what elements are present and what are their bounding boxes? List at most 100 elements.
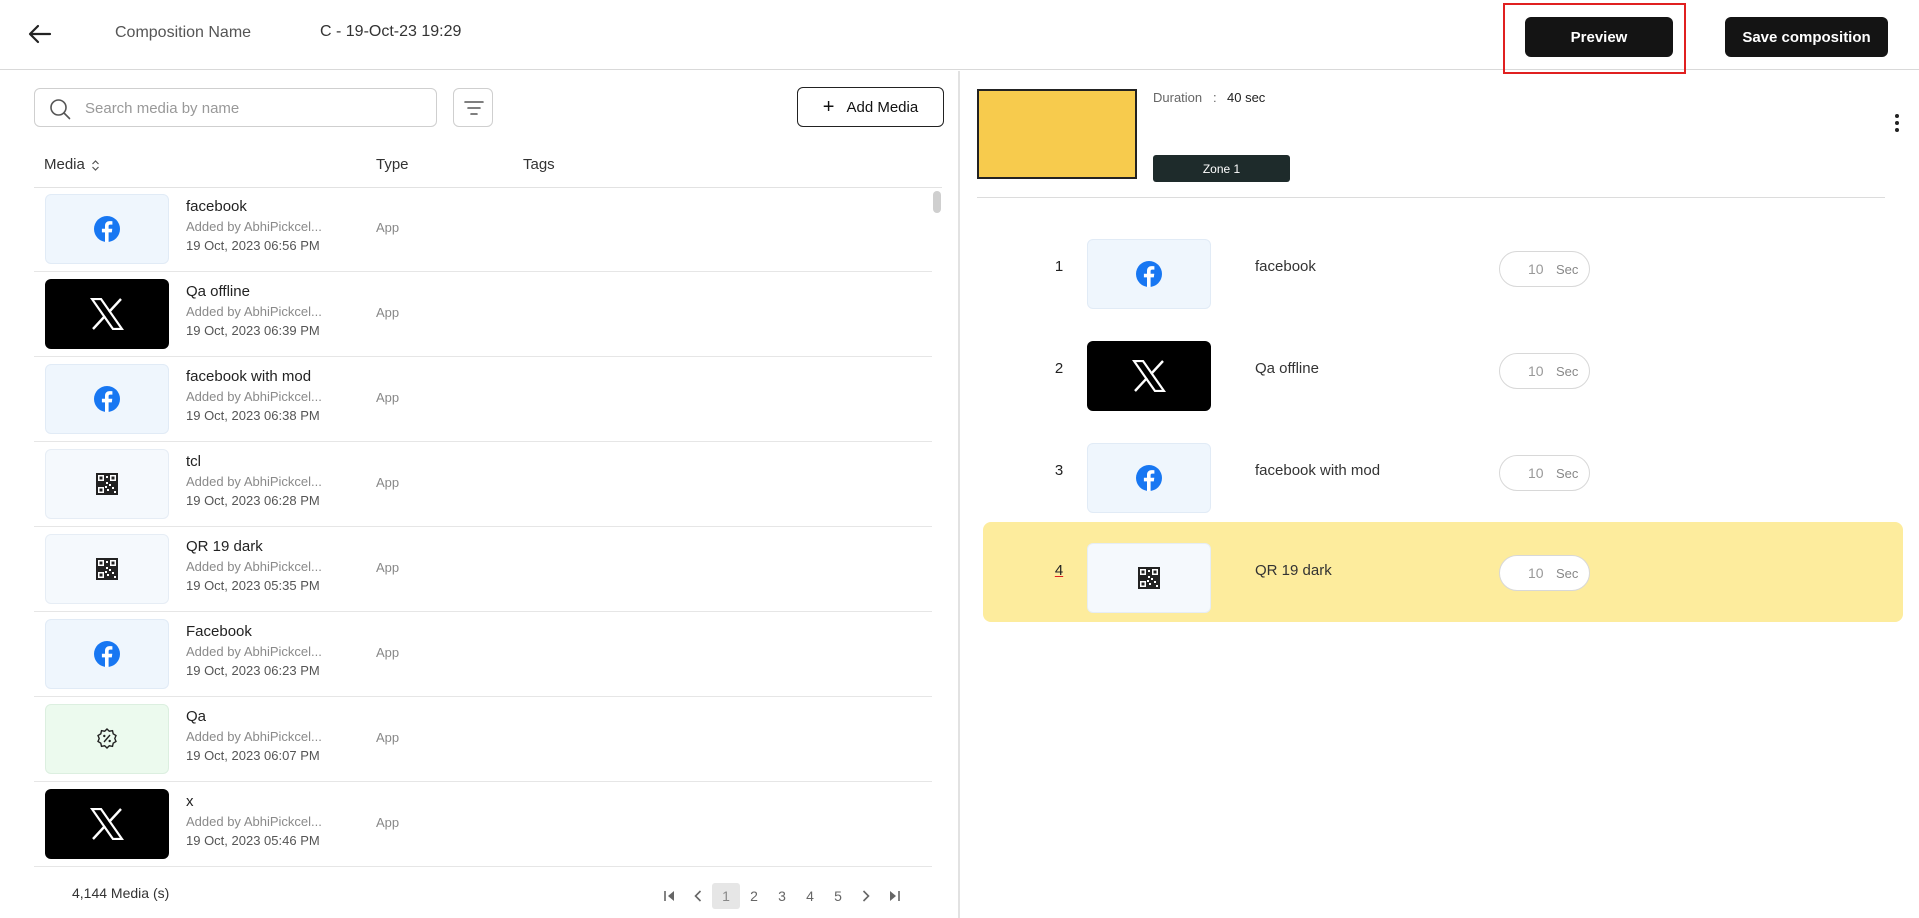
add-media-button[interactable]: + Add Media bbox=[797, 87, 944, 127]
scroll-thumb[interactable] bbox=[933, 191, 941, 213]
search-box[interactable] bbox=[34, 88, 437, 127]
media-date: 19 Oct, 2023 06:23 PM bbox=[186, 663, 320, 678]
media-row[interactable]: Facebook Added by AbhiPickcel... 19 Oct,… bbox=[34, 612, 932, 697]
media-type: App bbox=[376, 730, 400, 745]
zone-preview[interactable] bbox=[977, 89, 1137, 179]
duration-unit: Sec bbox=[1556, 566, 1579, 581]
playlist-item[interactable]: 3 facebook with mod 10 Sec bbox=[983, 422, 1903, 522]
media-name: facebook bbox=[186, 198, 247, 215]
duration-input[interactable]: 10 Sec bbox=[1499, 353, 1590, 389]
media-type: App bbox=[376, 390, 400, 405]
tags-column-header: Tags bbox=[523, 156, 555, 173]
duration-input[interactable]: 10 Sec bbox=[1499, 455, 1590, 491]
duration-input-value[interactable]: 10 bbox=[1528, 565, 1544, 581]
page-number[interactable]: 5 bbox=[824, 883, 852, 909]
x-logo-icon bbox=[1132, 360, 1166, 392]
media-column-header[interactable]: Media bbox=[44, 156, 100, 173]
page-number[interactable]: 4 bbox=[796, 883, 824, 909]
zone-divider bbox=[977, 197, 1885, 198]
media-row[interactable]: x Added by AbhiPickcel... 19 Oct, 2023 0… bbox=[34, 782, 932, 867]
media-row[interactable]: facebook Added by AbhiPickcel... 19 Oct,… bbox=[34, 187, 932, 272]
duration-input-value[interactable]: 10 bbox=[1528, 465, 1544, 481]
x-logo-icon bbox=[90, 808, 124, 840]
playlist-item[interactable]: 2 Qa offline 10 Sec bbox=[983, 320, 1903, 420]
media-added-by: Added by AbhiPickcel... bbox=[186, 559, 322, 574]
zone-1-button[interactable]: Zone 1 bbox=[1153, 155, 1290, 182]
media-type: App bbox=[376, 815, 400, 830]
playlist-thumbnail bbox=[1087, 341, 1211, 411]
playlist-name: facebook with mod bbox=[1255, 462, 1381, 479]
media-thumbnail bbox=[45, 279, 169, 349]
search-icon bbox=[50, 99, 71, 120]
facebook-icon bbox=[1136, 465, 1162, 491]
duration-input[interactable]: 10 Sec bbox=[1499, 555, 1590, 591]
preview-button[interactable]: Preview bbox=[1525, 17, 1673, 57]
save-composition-button[interactable]: Save composition bbox=[1725, 17, 1888, 57]
playlist-item-selected[interactable]: 4 QR 19 dark 10 Sec bbox=[983, 522, 1903, 622]
media-list-scrollbar[interactable] bbox=[932, 187, 942, 709]
composition-name-label: Composition Name bbox=[115, 24, 252, 41]
duration-unit: Sec bbox=[1556, 466, 1579, 481]
facebook-icon bbox=[94, 216, 120, 242]
playlist-index: 3 bbox=[1054, 462, 1064, 479]
search-input[interactable] bbox=[85, 95, 425, 121]
media-date: 19 Oct, 2023 06:38 PM bbox=[186, 408, 320, 423]
media-date: 19 Oct, 2023 06:28 PM bbox=[186, 493, 320, 508]
top-bar: Composition Name C - 19-Oct-23 19:29 Pre… bbox=[0, 0, 1919, 74]
pagination: 1 2 3 4 5 bbox=[656, 883, 908, 909]
duration-input-value[interactable]: 10 bbox=[1528, 261, 1544, 277]
playlist-index: 1 bbox=[1054, 258, 1064, 275]
media-added-by: Added by AbhiPickcel... bbox=[186, 644, 322, 659]
qr-code-icon bbox=[96, 473, 118, 495]
media-name: x bbox=[186, 793, 194, 810]
filter-icon bbox=[464, 101, 484, 115]
prev-page-icon[interactable] bbox=[684, 883, 712, 909]
media-type: App bbox=[376, 305, 400, 320]
discount-badge-icon bbox=[97, 728, 117, 749]
media-date: 19 Oct, 2023 06:07 PM bbox=[186, 748, 320, 763]
page-number-current[interactable]: 1 bbox=[712, 883, 740, 909]
playlist-name: Qa offline bbox=[1255, 360, 1319, 377]
media-row[interactable]: Qa offline Added by AbhiPickcel... 19 Oc… bbox=[34, 272, 932, 357]
playlist-item[interactable]: 1 facebook 10 Sec bbox=[983, 218, 1903, 318]
qr-code-icon bbox=[96, 558, 118, 580]
media-added-by: Added by AbhiPickcel... bbox=[186, 219, 322, 234]
duration-input-value[interactable]: 10 bbox=[1528, 363, 1544, 379]
next-page-icon[interactable] bbox=[852, 883, 880, 909]
media-column-label: Media bbox=[44, 156, 85, 173]
media-thumbnail bbox=[45, 789, 169, 859]
page-number[interactable]: 3 bbox=[768, 883, 796, 909]
composition-name-value[interactable]: C - 19-Oct-23 19:29 bbox=[320, 23, 461, 41]
playlist-thumbnail bbox=[1087, 443, 1211, 513]
media-thumbnail bbox=[45, 364, 169, 434]
media-name: QR 19 dark bbox=[186, 538, 263, 555]
playlist-thumbnail bbox=[1087, 239, 1211, 309]
media-row[interactable]: Qa Added by AbhiPickcel... 19 Oct, 2023 … bbox=[34, 697, 932, 782]
media-added-by: Added by AbhiPickcel... bbox=[186, 814, 322, 829]
last-page-icon[interactable] bbox=[880, 883, 908, 909]
media-date: 19 Oct, 2023 06:56 PM bbox=[186, 238, 320, 253]
media-count: 4,144 Media (s) bbox=[72, 885, 170, 901]
media-name: facebook with mod bbox=[186, 368, 312, 385]
filter-button[interactable] bbox=[453, 88, 493, 127]
first-page-icon[interactable] bbox=[656, 883, 684, 909]
media-row[interactable]: tcl Added by AbhiPickcel... 19 Oct, 2023… bbox=[34, 442, 932, 527]
media-thumbnail bbox=[45, 194, 169, 264]
page-number[interactable]: 2 bbox=[740, 883, 768, 909]
media-added-by: Added by AbhiPickcel... bbox=[186, 474, 322, 489]
duration-input[interactable]: 10 Sec bbox=[1499, 251, 1590, 287]
media-date: 19 Oct, 2023 06:39 PM bbox=[186, 323, 320, 338]
media-name: Qa offline bbox=[186, 283, 250, 300]
media-row[interactable]: facebook with mod Added by AbhiPickcel..… bbox=[34, 357, 932, 442]
type-column-header: Type bbox=[376, 156, 409, 173]
media-row[interactable]: QR 19 dark Added by AbhiPickcel... 19 Oc… bbox=[34, 527, 932, 612]
media-type: App bbox=[376, 645, 400, 660]
media-thumbnail bbox=[45, 534, 169, 604]
duration-unit: Sec bbox=[1556, 364, 1579, 379]
playlist-name: QR 19 dark bbox=[1255, 562, 1332, 579]
media-type: App bbox=[376, 560, 400, 575]
more-options-icon[interactable] bbox=[1890, 112, 1904, 136]
back-arrow-icon[interactable] bbox=[26, 20, 54, 48]
x-logo-icon bbox=[90, 298, 124, 330]
duration-value: 40 sec bbox=[1227, 90, 1266, 105]
